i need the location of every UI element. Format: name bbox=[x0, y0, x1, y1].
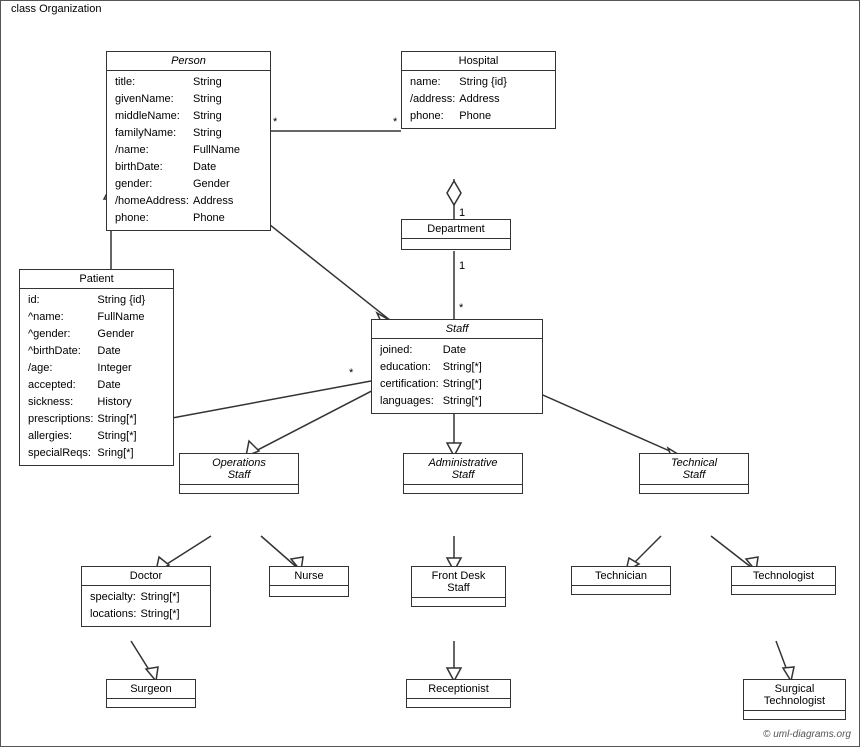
class-staff-header: Staff bbox=[372, 320, 542, 339]
class-technologist-body bbox=[732, 586, 835, 594]
class-patient: Patient id:String {id} ^name:FullName ^g… bbox=[19, 269, 174, 466]
svg-text:*: * bbox=[273, 116, 278, 128]
class-patient-body: id:String {id} ^name:FullName ^gender:Ge… bbox=[20, 289, 173, 465]
class-technical-staff-body bbox=[640, 485, 748, 493]
class-receptionist-body bbox=[407, 699, 510, 707]
class-hospital: Hospital name:String {id} /address:Addre… bbox=[401, 51, 556, 129]
class-surgical-technologist-header: SurgicalTechnologist bbox=[744, 680, 845, 711]
class-front-desk-staff: Front DeskStaff bbox=[411, 566, 506, 607]
class-doctor: Doctor specialty:String[*] locations:Str… bbox=[81, 566, 211, 627]
class-operations-staff-header: OperationsStaff bbox=[180, 454, 298, 485]
class-staff-body: joined:Date education:String[*] certific… bbox=[372, 339, 542, 413]
class-technical-staff-header: TechnicalStaff bbox=[640, 454, 748, 485]
class-department: Department bbox=[401, 219, 511, 250]
class-technician-header: Technician bbox=[572, 567, 670, 586]
svg-text:*: * bbox=[349, 367, 354, 379]
class-operations-staff: OperationsStaff bbox=[179, 453, 299, 494]
class-department-body bbox=[402, 239, 510, 249]
class-technologist-header: Technologist bbox=[732, 567, 835, 586]
class-operations-staff-body bbox=[180, 485, 298, 493]
class-doctor-body: specialty:String[*] locations:String[*] bbox=[82, 586, 210, 626]
svg-text:1: 1 bbox=[459, 207, 465, 219]
svg-text:*: * bbox=[393, 116, 398, 128]
class-nurse-body bbox=[270, 586, 348, 596]
class-person: Person title:String givenName:String mid… bbox=[106, 51, 271, 231]
class-technician-body bbox=[572, 586, 670, 594]
svg-text:*: * bbox=[459, 302, 464, 314]
class-administrative-staff-body bbox=[404, 485, 522, 493]
class-administrative-staff-header: AdministrativeStaff bbox=[404, 454, 522, 485]
class-patient-header: Patient bbox=[20, 270, 173, 289]
class-receptionist-header: Receptionist bbox=[407, 680, 510, 699]
class-administrative-staff: AdministrativeStaff bbox=[403, 453, 523, 494]
class-nurse-header: Nurse bbox=[270, 567, 348, 586]
class-person-body: title:String givenName:String middleName… bbox=[107, 71, 270, 230]
class-front-desk-staff-body bbox=[412, 598, 505, 606]
class-receptionist: Receptionist bbox=[406, 679, 511, 708]
class-hospital-body: name:String {id} /address:Address phone:… bbox=[402, 71, 555, 128]
class-surgeon: Surgeon bbox=[106, 679, 196, 708]
class-staff: Staff joined:Date education:String[*] ce… bbox=[371, 319, 543, 414]
copyright-text: © uml-diagrams.org bbox=[763, 729, 851, 740]
class-technician: Technician bbox=[571, 566, 671, 595]
class-front-desk-staff-header: Front DeskStaff bbox=[412, 567, 505, 598]
class-doctor-header: Doctor bbox=[82, 567, 210, 586]
class-surgical-technologist: SurgicalTechnologist bbox=[743, 679, 846, 720]
diagram-title: class Organization bbox=[7, 3, 106, 15]
diagram-container: class Organization * * 1 * 1 * * * bbox=[0, 0, 860, 747]
class-surgeon-body bbox=[107, 699, 195, 707]
class-hospital-header: Hospital bbox=[402, 52, 555, 71]
class-nurse: Nurse bbox=[269, 566, 349, 597]
class-technical-staff: TechnicalStaff bbox=[639, 453, 749, 494]
svg-text:1: 1 bbox=[459, 260, 465, 272]
class-person-header: Person bbox=[107, 52, 270, 71]
class-department-header: Department bbox=[402, 220, 510, 239]
class-surgeon-header: Surgeon bbox=[107, 680, 195, 699]
class-surgical-technologist-body bbox=[744, 711, 845, 719]
class-technologist: Technologist bbox=[731, 566, 836, 595]
